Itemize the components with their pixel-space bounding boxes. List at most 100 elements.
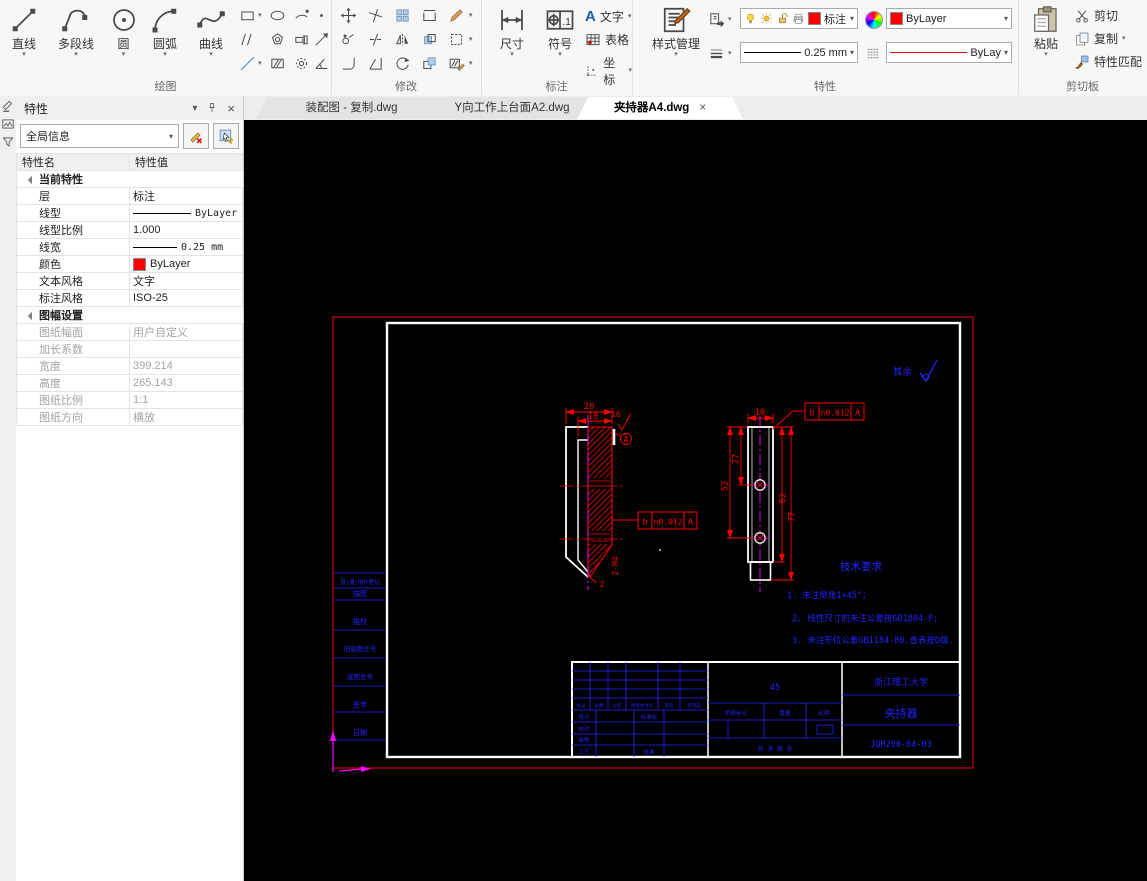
draw-order-icon[interactable] — [445, 4, 467, 26]
fastener-icon[interactable] — [290, 28, 312, 50]
svg-text:62: 62 — [779, 493, 789, 503]
match-properties-button[interactable]: 特性匹配 — [1074, 53, 1142, 70]
lineweight-list-icon[interactable] — [705, 42, 727, 64]
style-manager-button[interactable]: 样式管理 ▾ — [645, 5, 707, 58]
line-button[interactable]: 直线 ▾ — [2, 5, 46, 58]
layer-select[interactable]: 标注 ▾ — [740, 8, 858, 29]
cad-application: 直线 ▾ 多段线 ▾ 圆 ▾ 圆弧 ▾ 曲线 ▾ ▾ ▾ 绘图 ▾ ▾ ▾ 修改… — [0, 0, 1147, 881]
prop-row-layer[interactable]: 层标注 — [16, 187, 243, 205]
boundary-icon[interactable] — [445, 28, 467, 50]
properties-table: 特性名 特性值 当前特性 层标注 线型 ByLayer 线型比例 1.000 线宽 0… — [16, 153, 243, 426]
tab-gripper-active[interactable]: 夹持器A4.dwg × — [577, 97, 743, 119]
group-sheet-settings[interactable]: 图幅设置 — [16, 306, 243, 324]
clip-icon[interactable] — [418, 4, 440, 26]
prop-row-paper-size[interactable]: 图纸幅面 用户自定义 — [16, 323, 243, 341]
rectangle-dropdown[interactable]: ▾ — [258, 11, 262, 19]
clipboard-group-label: 剪切板 — [1066, 81, 1099, 93]
prop-row-height[interactable]: 高度 265.143 — [16, 374, 243, 392]
prop-row-lengthen[interactable]: 加长系数 — [16, 340, 243, 358]
hatch-edit-icon[interactable] — [445, 52, 467, 74]
rotate-icon[interactable] — [391, 52, 413, 74]
circle-button[interactable]: 圆 ▾ — [106, 5, 141, 58]
angle-measure-icon[interactable] — [310, 52, 332, 74]
color-wheel-icon[interactable] — [865, 11, 883, 29]
color-select[interactable]: ByLayer ▾ — [886, 8, 1012, 29]
arc-3point-icon[interactable] — [290, 4, 312, 26]
circle-label: 圆 — [117, 37, 130, 51]
chamfer-icon[interactable] — [364, 52, 386, 74]
draw-order-dropdown[interactable]: ▾ — [469, 11, 473, 19]
hatch-icon[interactable] — [266, 52, 288, 74]
dimension-button[interactable]: 尺寸 ▾ — [489, 5, 535, 58]
lineweight-list-dropdown[interactable]: ▾ — [728, 49, 732, 57]
symbol-button[interactable]: .1 符号 ▾ — [539, 5, 581, 58]
copy-button[interactable]: 复制 ▾ — [1074, 30, 1126, 47]
gear-icon[interactable] — [290, 52, 312, 74]
point-icon[interactable] — [310, 4, 332, 26]
paste-button[interactable]: 粘贴 ▾ — [1026, 5, 1066, 58]
multiline-icon[interactable] — [236, 28, 258, 50]
svg-text:3. 未注形位公差GB1184-80,查表按D级.: 3. 未注形位公差GB1184-80,查表按D级. — [792, 635, 954, 646]
layer-migrate-dropdown[interactable]: ▾ — [728, 15, 732, 23]
tab-close-icon[interactable]: × — [699, 102, 706, 114]
border-strip — [334, 572, 386, 741]
arc-button[interactable]: 圆弧 ▾ — [142, 5, 188, 58]
fillet-icon[interactable] — [337, 52, 359, 74]
linetype-value: ByLay — [970, 46, 1001, 59]
ellipse-icon[interactable] — [266, 4, 288, 26]
filter-icon[interactable] — [1, 135, 15, 149]
svg-text:日期: 日期 — [353, 729, 367, 737]
prop-row-color[interactable]: 颜色 ByLayer — [16, 255, 243, 273]
boundary-dropdown[interactable]: ▾ — [469, 35, 473, 43]
region-icon[interactable] — [266, 28, 288, 50]
lineweight-select[interactable]: 0.25 mm ▾ — [740, 42, 858, 63]
svg-text:旧底图总号: 旧底图总号 — [344, 644, 377, 653]
polyline-button[interactable]: 多段线 ▾ — [47, 5, 105, 58]
selection-scope-select[interactable]: 全局信息 ▾ — [20, 124, 179, 148]
move-icon[interactable] — [337, 4, 359, 26]
sheet-set-icon[interactable] — [1, 117, 15, 131]
lineweight-value: 0.25 mm — [804, 46, 847, 59]
ribbon-group-clipboard: 粘贴 ▾ 剪切 复制 ▾ 特性匹配 剪切板 — [1018, 0, 1147, 95]
prop-row-lineweight[interactable]: 线宽 0.25 mm — [16, 238, 243, 256]
hatch-edit-dropdown[interactable]: ▾ — [469, 59, 473, 67]
prop-row-width[interactable]: 宽度 399.214 — [16, 357, 243, 375]
overlap-icon[interactable] — [418, 28, 440, 50]
quick-select-button[interactable] — [213, 123, 239, 149]
construction-line-dropdown[interactable]: ▾ — [258, 59, 262, 67]
svg-text:A: A — [688, 518, 693, 528]
array-icon[interactable] — [391, 4, 413, 26]
panel-pin-icon[interactable] — [206, 102, 218, 114]
rectangle-icon[interactable] — [236, 4, 258, 26]
box3d-icon[interactable] — [418, 52, 440, 74]
panel-close-icon[interactable]: × — [227, 101, 235, 116]
copy-icon[interactable] — [337, 28, 359, 50]
prop-row-orientation[interactable]: 图纸方向 横放 — [16, 408, 243, 426]
linetype-display-icon[interactable] — [862, 42, 884, 64]
spline-button[interactable]: 曲线 ▾ — [189, 5, 233, 58]
break-icon[interactable] — [364, 28, 386, 50]
prop-row-text-style[interactable]: 文本风格 文字 — [16, 272, 243, 290]
panel-side-strip — [0, 96, 17, 881]
group-current-properties[interactable]: 当前特性 — [16, 170, 243, 188]
svg-text:底图总号: 底图总号 — [347, 672, 374, 681]
properties-tool-icon[interactable] — [1, 99, 15, 113]
linetype-select[interactable]: ByLay ▾ — [886, 42, 1012, 63]
construction-line-icon[interactable] — [236, 52, 258, 74]
prop-row-scale[interactable]: 图纸比例 1:1 — [16, 391, 243, 409]
table-button[interactable]: 表格 — [585, 31, 629, 48]
quick-edit-button[interactable] — [183, 123, 209, 149]
mirror-icon[interactable] — [391, 28, 413, 50]
drawing-canvas[interactable]: 借(通)用件登记 描图 描校 旧底图总号 底图总号 签字 日期 20 10 16… — [244, 120, 1147, 881]
arc-icon — [152, 8, 177, 33]
panel-collapse-icon[interactable]: ▾ — [192, 103, 197, 114]
prop-row-linetype-scale[interactable]: 线型比例 1.000 — [16, 221, 243, 239]
prop-row-linetype[interactable]: 线型 ByLayer — [16, 204, 243, 222]
layer-migrate-icon[interactable] — [705, 8, 727, 30]
text-button[interactable]: A 文字 ▾ — [585, 8, 631, 25]
prop-row-dim-style[interactable]: 标注风格 ISO-25 — [16, 289, 243, 307]
polyline-label: 多段线 — [57, 37, 94, 51]
trim-icon[interactable] — [364, 4, 386, 26]
ray-icon[interactable] — [310, 28, 332, 50]
cut-button[interactable]: 剪切 — [1074, 7, 1118, 24]
